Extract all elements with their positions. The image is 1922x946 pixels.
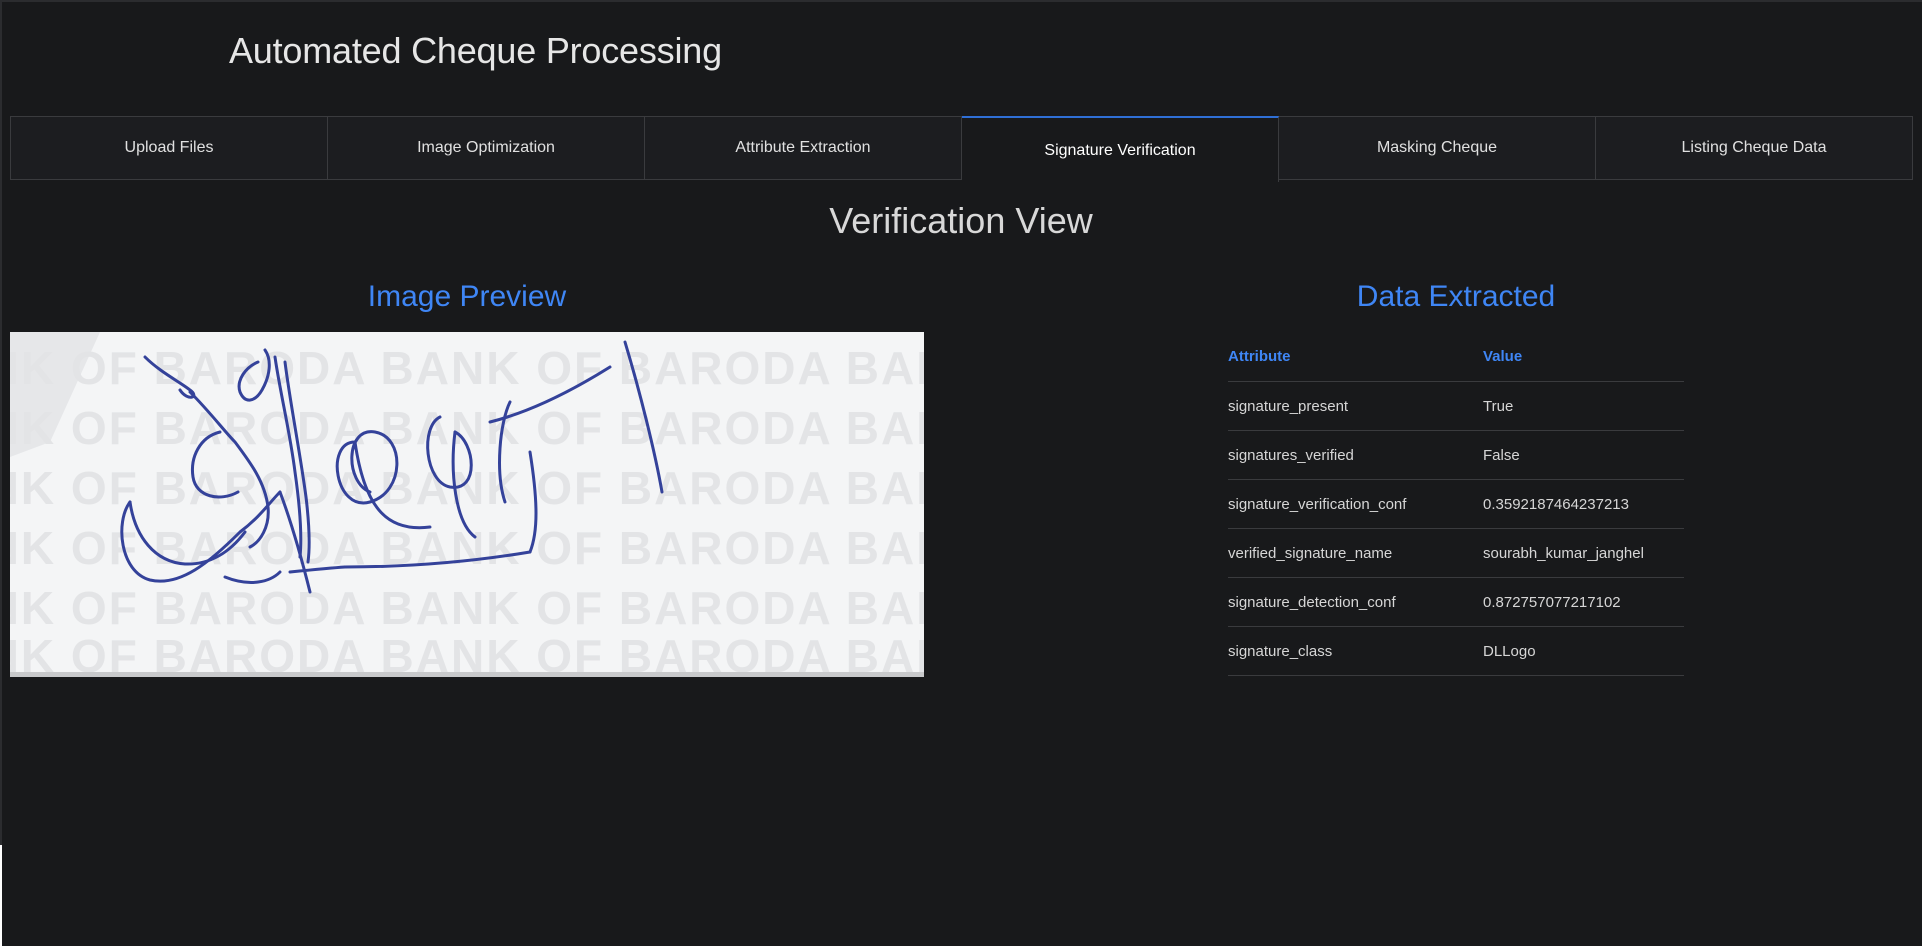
watermark-line: BANK OF BARODA BANK OF BARODA BANK OF BA… (10, 462, 924, 514)
table-row: signature_present True (1228, 381, 1684, 431)
attribute-column-header: Attribute (1228, 332, 1483, 382)
window-corner (0, 845, 2, 946)
app-title: Automated Cheque Processing (229, 30, 722, 71)
attribute-cell: verified_signature_name (1228, 528, 1483, 578)
data-extracted-heading: Data Extracted (1356, 280, 1556, 313)
table-row: signature_verification_conf 0.3592187464… (1228, 479, 1684, 529)
attribute-cell: signature_present (1228, 381, 1483, 431)
image-preview-heading: Image Preview (367, 280, 567, 313)
tab-masking-cheque[interactable]: Masking Cheque (1279, 117, 1596, 179)
tab-bar: Upload Files Image Optimization Attribut… (10, 116, 1913, 182)
data-extracted-table: Attribute Value signature_present True s… (1228, 332, 1684, 676)
watermark-line: BANK OF BARODA BANK OF BARODA BANK OF BA… (10, 630, 924, 677)
table-row: signature_detection_conf 0.8727570772171… (1228, 577, 1684, 627)
tab-listing-cheque-data[interactable]: Listing Cheque Data (1596, 117, 1912, 179)
attribute-cell: signature_verification_conf (1228, 479, 1483, 529)
value-cell: 0.872757077217102 (1483, 577, 1684, 627)
value-cell: sourabh_kumar_janghel (1483, 528, 1684, 578)
signature-image-preview: BANK OF BARODA BANK OF BARODA BANK OF BA… (10, 332, 924, 677)
value-cell: False (1483, 430, 1684, 480)
tab-signature-verification[interactable]: Signature Verification (962, 116, 1279, 182)
table-row: verified_signature_name sourabh_kumar_ja… (1228, 528, 1684, 578)
value-cell: 0.3592187464237213 (1483, 479, 1684, 529)
signature-image: BANK OF BARODA BANK OF BARODA BANK OF BA… (10, 332, 924, 677)
watermark-line: BANK OF BARODA BANK OF BARODA BANK OF BA… (10, 582, 924, 634)
table-header-row: Attribute Value (1228, 332, 1684, 382)
watermark-line: BANK OF BARODA BANK OF BARODA BANK OF BA… (10, 342, 924, 394)
tab-upload-files[interactable]: Upload Files (11, 117, 328, 179)
window-left-border (0, 0, 2, 946)
attribute-cell: signatures_verified (1228, 430, 1483, 480)
table-row: signatures_verified False (1228, 430, 1684, 480)
value-cell: True (1483, 381, 1684, 431)
attribute-cell: signature_detection_conf (1228, 577, 1483, 627)
watermark-text-group: BANK OF BARODA BANK OF BARODA BANK OF BA… (10, 342, 924, 677)
window-top-border (0, 0, 1922, 2)
attribute-cell: signature_class (1228, 626, 1483, 676)
tab-image-optimization[interactable]: Image Optimization (328, 117, 645, 179)
value-column-header: Value (1483, 332, 1684, 382)
verification-view-title: Verification View (829, 200, 1093, 241)
table-row: signature_class DLLogo (1228, 626, 1684, 676)
tab-attribute-extraction[interactable]: Attribute Extraction (645, 117, 962, 179)
value-cell: DLLogo (1483, 626, 1684, 676)
